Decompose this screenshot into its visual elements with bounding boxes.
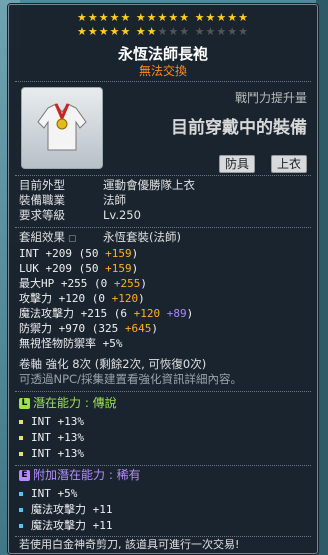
stars-off: ★★★ ★★★★★ [157,25,249,38]
lock-icon: ▢ [68,234,77,244]
legendary-icon: L [19,398,30,409]
stat-attack: 攻擊力 +120 (0 +120) [19,292,145,305]
stat-max-hp: 最大HP +255 (0 +255) [19,277,147,290]
additional-line-3: 魔法攻擊力 +11 [19,519,113,533]
scroll-note: 可透過NPC/採集建置看強化資訊詳細內容。 [19,372,242,386]
item-icon-frame [21,87,103,169]
scroll-enhance: 卷軸 強化 8次 (剩餘2次, 可恢復0次) [19,357,207,371]
tag-armor: 防具 [218,155,255,173]
item-name: 永恆法師長袍 [117,45,208,63]
star-row-2: ★★★★★ ★★★★★ ★★★★★ [9,25,317,39]
combat-power-label: 戰鬥力提升量 [234,91,307,105]
item-tooltip: ★★★★★ ★★★★★ ★★★★★ ★★★★★ ★★★★★ ★★★★★ 永恆法師… [8,4,318,554]
robe-icon [37,103,87,151]
divider [15,175,311,176]
potential-line-3: INT +13% [19,447,84,461]
additional-potential-header: E 附加潛在能力 : 稀有 [19,467,141,483]
divider [15,536,311,537]
divider [15,465,311,466]
tag-top: 上衣 [270,155,307,173]
info-row-job: 裝備職業 法師 [19,193,126,207]
potential-header: L 潛在能力 : 傳說 [19,395,117,411]
footer-note: 若使用白金神奇剪刀, 該道具可進行一次交易! [19,538,240,551]
info-row-appearance: 目前外型 運動會優勝隊上衣 [19,178,195,192]
stat-int: INT +209 (50 +159) [19,247,139,260]
stars-on: ★★★★★ ★★ [77,25,158,38]
equipped-indicator: 目前穿戴中的裝備 [171,118,307,138]
star-row-1: ★★★★★ ★★★★★ ★★★★★ [77,11,249,24]
divider [15,391,311,392]
divider [15,81,311,82]
divider [15,227,311,228]
set-effect-row: 套組效果 ▢ 永恆套裝(法師) [19,230,181,244]
trade-restriction: 無法交換 [138,64,187,78]
stat-magic-attack: 魔法攻擊力 +215 (6 +120 +89) [19,307,194,320]
stat-ignore-defense: 無視怪物防禦率 +5% [19,337,123,350]
stat-luk: LUK +209 (50 +159) [19,262,139,275]
stat-defense: 防禦力 +970 (325 +645) [19,322,158,335]
additional-line-1: INT +5% [19,487,77,501]
epic-icon: E [19,470,30,481]
star-force-stars: ★★★★★ ★★★★★ ★★★★★ ★★★★★ ★★★★★ ★★★★★ [9,11,317,39]
potential-line-2: INT +13% [19,431,84,445]
info-row-level: 要求等級 Lv.250 [19,208,141,222]
potential-line-1: INT +13% [19,415,84,429]
additional-line-2: 魔法攻擊力 +11 [19,503,113,517]
